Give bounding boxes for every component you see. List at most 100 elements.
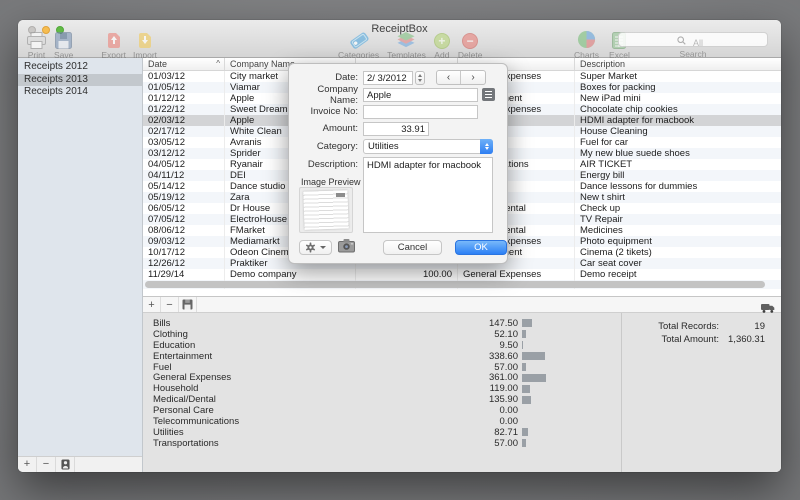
gear-menu-button[interactable] (299, 240, 332, 255)
category-bar (522, 330, 526, 338)
category-summary-row[interactable]: Telecommunications0.00 (153, 416, 621, 427)
cell-date: 10/17/12 (143, 247, 225, 258)
sidebar: Receipts 2012Receipts 2013Receipts 2014 … (18, 58, 143, 472)
cell-date: 01/05/12 (143, 82, 225, 93)
sort-ascending-indicator: ^ (216, 58, 220, 70)
description-label: Description: (293, 159, 358, 170)
cell-description: Dance lessons for dummies (575, 181, 781, 192)
user-icon (61, 459, 70, 470)
category-summary-row[interactable]: Bills147.50 (153, 318, 621, 329)
category-summary-row[interactable]: Education9.50 (153, 340, 621, 351)
camera-icon (338, 238, 355, 253)
cell-description: New t shirt (575, 192, 781, 203)
cell-date: 01/03/12 (143, 71, 225, 82)
printer-icon (26, 31, 47, 49)
category-bar (522, 341, 523, 349)
category-name: Entertainment (153, 351, 438, 362)
cell-date: 03/12/12 (143, 148, 225, 159)
category-amount: 57.00 (438, 438, 518, 449)
summary-save-button[interactable] (179, 297, 197, 312)
invoice-no-field[interactable] (363, 105, 478, 119)
camera-button[interactable] (337, 238, 355, 256)
category-summary-row[interactable]: Entertainment338.60 (153, 351, 621, 362)
ok-button[interactable]: OK (455, 240, 507, 255)
sidebar-add-button[interactable]: + (18, 457, 37, 472)
cell-description: Demo receipt (575, 269, 781, 280)
next-record-button[interactable]: › (461, 71, 485, 84)
column-header-description[interactable]: Description (575, 58, 781, 70)
company-name-field[interactable]: Apple (363, 88, 478, 102)
total-records-value: 19 (719, 321, 781, 332)
export-button[interactable]: Export (101, 31, 126, 60)
record-nav-control: ‹ › (436, 70, 486, 85)
cell-description: Medicines (575, 225, 781, 236)
category-summary-row[interactable]: Clothing52.10 (153, 329, 621, 340)
sidebar-item[interactable]: Receipts 2014 (18, 86, 142, 99)
horizontal-scrollbar (145, 281, 765, 289)
search-input[interactable] (619, 37, 767, 50)
date-field[interactable]: 2/ 3/2012 (363, 71, 413, 85)
user-badge-button[interactable] (56, 457, 75, 472)
cancel-button[interactable]: Cancel (383, 240, 442, 255)
cell-description: Boxes for packing (575, 82, 781, 93)
cell-description: Super Market (575, 71, 781, 82)
chevron-down-icon (320, 246, 326, 249)
summary-add-button[interactable]: + (143, 297, 161, 312)
charts-button[interactable]: Charts (574, 31, 599, 60)
category-summary-row[interactable]: Fuel57.00 (153, 362, 621, 373)
categories-button[interactable]: Categories (338, 31, 379, 60)
scrollbar-thumb[interactable] (145, 281, 765, 288)
category-popup[interactable]: Utilities (363, 139, 493, 154)
receipt-thumbnail[interactable] (299, 187, 353, 233)
summary-remove-button[interactable]: − (161, 297, 179, 312)
category-name: Fuel (153, 362, 438, 373)
category-summary-row[interactable]: Transportations57.00 (153, 438, 621, 449)
category-name: Medical/Dental (153, 394, 438, 405)
category-name: Telecommunications (153, 416, 438, 427)
cell-date: 04/11/12 (143, 170, 225, 181)
category-summary-row[interactable]: Household119.00 (153, 383, 621, 394)
category-bar (522, 396, 531, 404)
sidebar-list: Receipts 2012Receipts 2013Receipts 2014 (18, 58, 142, 99)
category-name: General Expenses (153, 372, 438, 383)
category-summary-row[interactable]: General Expenses361.00 (153, 372, 621, 383)
category-summary-row[interactable]: Medical/Dental135.90 (153, 394, 621, 405)
amount-field[interactable]: 33.91 (363, 122, 429, 136)
cell-description: Chocolate chip cookies (575, 104, 781, 115)
import-button[interactable]: Import (133, 31, 157, 60)
delete-icon: − (462, 31, 478, 49)
category-summary-row[interactable]: Personal Care0.00 (153, 405, 621, 416)
category-summary-row[interactable]: Utilities82.71 (153, 427, 621, 438)
date-stepper[interactable] (415, 71, 425, 85)
sidebar-item[interactable]: Receipts 2013 (18, 74, 142, 87)
search-icon (677, 36, 686, 45)
category-amount: 135.90 (438, 394, 518, 405)
cell-date: 04/05/12 (143, 159, 225, 170)
cell-description: TV Repair (575, 214, 781, 225)
cell-description: My new blue suede shoes (575, 148, 781, 159)
category-amount: 0.00 (438, 405, 518, 416)
save-button[interactable]: Save (54, 31, 73, 60)
add-button[interactable]: + Add (434, 31, 450, 60)
delete-button[interactable]: − Delete (458, 31, 483, 60)
category-amount: 52.10 (438, 329, 518, 340)
amount-label: Amount: (293, 123, 358, 134)
category-name: Bills (153, 318, 438, 329)
sidebar-item[interactable]: Receipts 2012 (18, 61, 142, 74)
category-bar (522, 363, 526, 371)
category-bar (522, 439, 526, 447)
description-field[interactable]: HDMI adapter for macbook (363, 157, 493, 233)
category-amount: 9.50 (438, 340, 518, 351)
column-header-date[interactable]: Date^ (143, 58, 225, 70)
templates-button[interactable]: Templates (387, 31, 426, 60)
cell-date: 06/05/12 (143, 203, 225, 214)
cell-amount: 100.00 (356, 269, 458, 280)
print-button[interactable]: Print (26, 31, 47, 60)
category-label: Category: (293, 141, 358, 152)
sidebar-remove-button[interactable]: − (37, 457, 56, 472)
company-list-button[interactable] (482, 88, 495, 101)
cell-date: 03/05/12 (143, 137, 225, 148)
previous-record-button[interactable]: ‹ (437, 71, 461, 84)
table-row[interactable]: 11/29/14Demo company100.00General Expens… (143, 269, 781, 280)
category-amount: 361.00 (438, 372, 518, 383)
